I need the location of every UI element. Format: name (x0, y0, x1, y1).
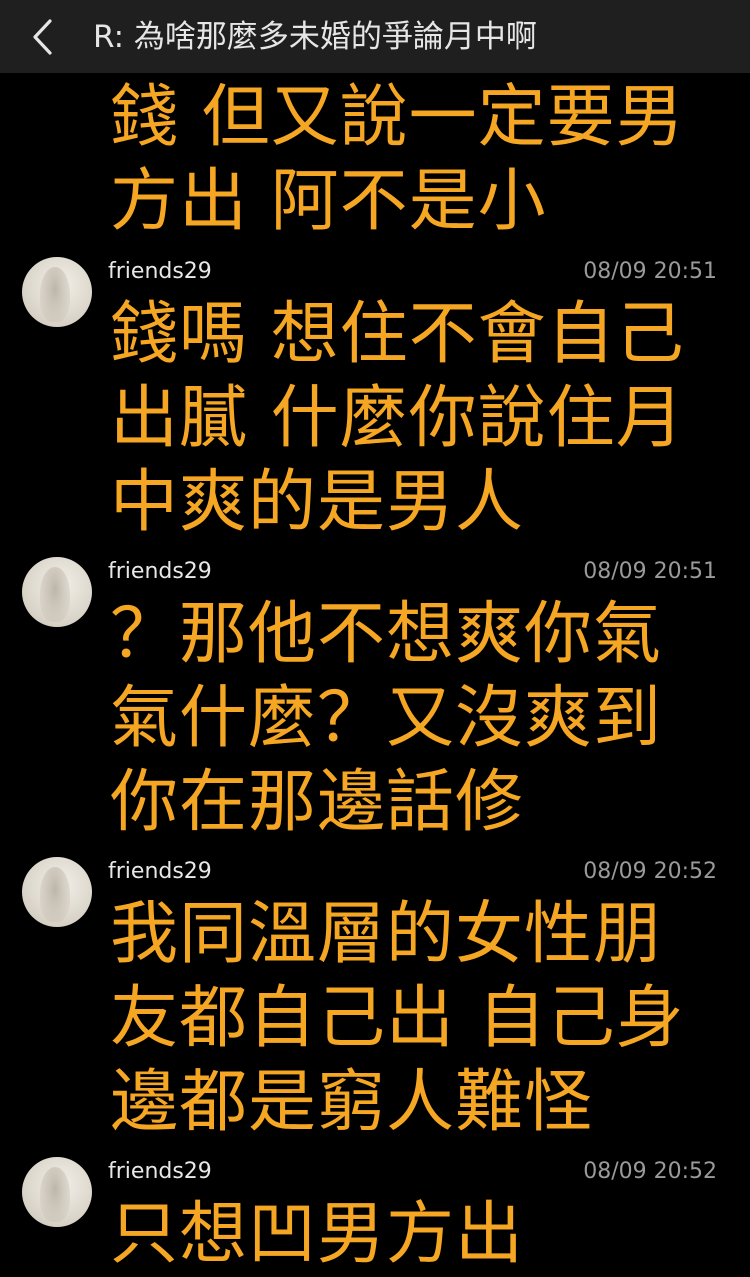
timestamp: 08/09 20:51 (583, 259, 717, 284)
message-continuation: 錢 但又說一定要男 方出 阿不是小 (110, 76, 730, 244)
message-line: ？那他不想爽你氣 (110, 595, 663, 674)
chevron-left-icon (33, 19, 52, 55)
user-avatar[interactable] (22, 1157, 92, 1227)
user-avatar[interactable] (22, 857, 92, 927)
message-line: 錢 但又說一定要男 (110, 78, 685, 157)
message-line: 方出 阿不是小 (110, 162, 547, 241)
user-avatar[interactable] (22, 257, 92, 327)
message-line: 只想凹男方出 (110, 1195, 525, 1274)
timestamp: 08/09 20:52 (583, 859, 717, 884)
user-avatar[interactable] (22, 557, 92, 627)
avatar-figure (40, 867, 70, 922)
message-line: 你在那邊話修 (110, 763, 525, 842)
back-button[interactable] (22, 16, 62, 58)
message-line: 友都自己出 自己身 (110, 979, 685, 1058)
message-text: 只想凹男方出 (110, 1193, 730, 1277)
username[interactable]: friends29 (108, 257, 212, 287)
username[interactable]: friends29 (108, 857, 212, 887)
message-line: 中爽的是男人 (110, 463, 525, 542)
message-text: 我同溫層的女性朋 友都自己出 自己身 邊都是窮人難怪 (110, 893, 730, 1145)
message-line: 氣什麼？又沒爽到 (110, 679, 663, 758)
avatar-figure (40, 267, 70, 322)
message-text: ？那他不想爽你氣 氣什麼？又沒爽到 你在那邊話修 (110, 593, 730, 845)
top-navigation-bar: R: 為啥那麼多未婚的爭論月中啊 (0, 0, 750, 73)
page-title: R: 為啥那麼多未婚的爭論月中啊 (93, 19, 537, 55)
message-line: 錢嗎 想住不會自己 (110, 295, 685, 374)
timestamp: 08/09 20:51 (583, 559, 717, 584)
message-line: 邊都是窮人難怪 (110, 1063, 594, 1142)
username[interactable]: friends29 (108, 557, 212, 587)
message-line: 出膩 什麼你說住月 (110, 379, 685, 458)
avatar-figure (40, 567, 70, 622)
message-line: 我同溫層的女性朋 (110, 895, 663, 974)
timestamp: 08/09 20:52 (583, 1159, 717, 1184)
avatar-figure (40, 1167, 70, 1222)
username[interactable]: friends29 (108, 1157, 212, 1187)
message-text: 錢嗎 想住不會自己 出膩 什麼你說住月 中爽的是男人 (110, 293, 730, 545)
